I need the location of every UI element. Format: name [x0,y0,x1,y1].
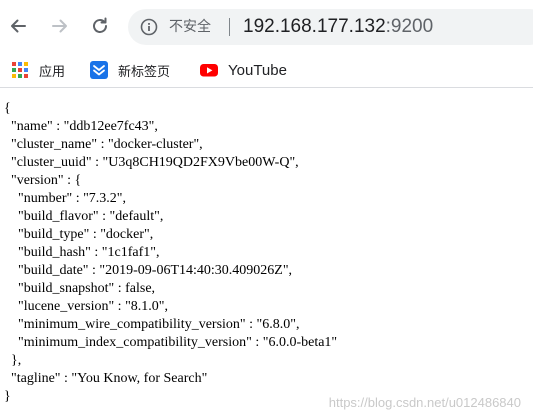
bookmark-label: 新标签页 [118,64,171,80]
youtube-icon [200,64,218,77]
bookmark-label: YouTube [228,61,287,79]
url-host: 192.168.177.132 [243,16,386,37]
json-line: "build_type" : "docker", [4,227,154,242]
forward-button[interactable] [46,12,74,40]
url-port: :9200 [385,16,434,37]
apps-grid-icon [12,62,28,78]
json-line: "version" : { [4,173,82,188]
json-line: "build_snapshot" : false, [4,281,156,296]
json-line: { [4,101,11,116]
reload-button[interactable] [86,12,114,40]
json-line: "build_hash" : "1c1faf1", [4,245,160,260]
json-line: "lucene_version" : "8.1.0", [4,299,168,314]
json-line: "build_date" : "2019-09-06T14:40:30.4090… [4,263,293,278]
json-line: "cluster_name" : "docker-cluster", [4,137,203,152]
json-line: "build_flavor" : "default", [4,209,164,224]
bookmark-youtube[interactable]: YouTube [200,58,287,82]
json-line: "name" : "ddb12ee7fc43", [4,119,158,134]
bookmark-apps[interactable]: 应用 [11,58,65,82]
json-line: }, [4,353,22,368]
json-line: } [4,389,11,404]
back-button[interactable] [4,12,32,40]
new-tab-icon [90,61,108,79]
json-line: "minimum_wire_compatibility_version" : "… [4,317,300,332]
security-status-label[interactable]: 不安全 [169,17,211,37]
json-line: "cluster_uuid" : "U3q8CH19QD2FX9Vbe00W-Q… [4,155,299,170]
reload-icon [93,17,107,33]
forward-arrow-icon [52,19,67,33]
back-arrow-icon [11,19,26,33]
url-text[interactable]: 192.168.177.132:9200 [243,15,433,39]
bookmark-label: 应用 [39,64,66,80]
json-line: "tagline" : "You Know, for Search" [4,371,208,386]
json-line: "number" : "7.3.2", [4,191,127,206]
address-bar[interactable]: 不安全 192.168.177.132:9200 [128,9,533,45]
address-separator [229,18,230,36]
info-icon[interactable] [140,18,158,36]
watermark-text: https://blog.csdn.net/u012486840 [328,395,521,410]
browser-chrome: 不安全 192.168.177.132:9200 应用 新标签页 YouTube [0,0,533,88]
json-line: "minimum_index_compatibility_version" : … [4,335,338,350]
browser-toolbar: 不安全 192.168.177.132:9200 [0,0,533,52]
bookmarks-bar: 应用 新标签页 YouTube [0,52,533,88]
bookmark-new-tab[interactable]: 新标签页 [90,58,170,82]
json-response: { "name" : "ddb12ee7fc43", "cluster_name… [4,100,337,406]
page-content: { "name" : "ddb12ee7fc43", "cluster_name… [0,88,533,420]
